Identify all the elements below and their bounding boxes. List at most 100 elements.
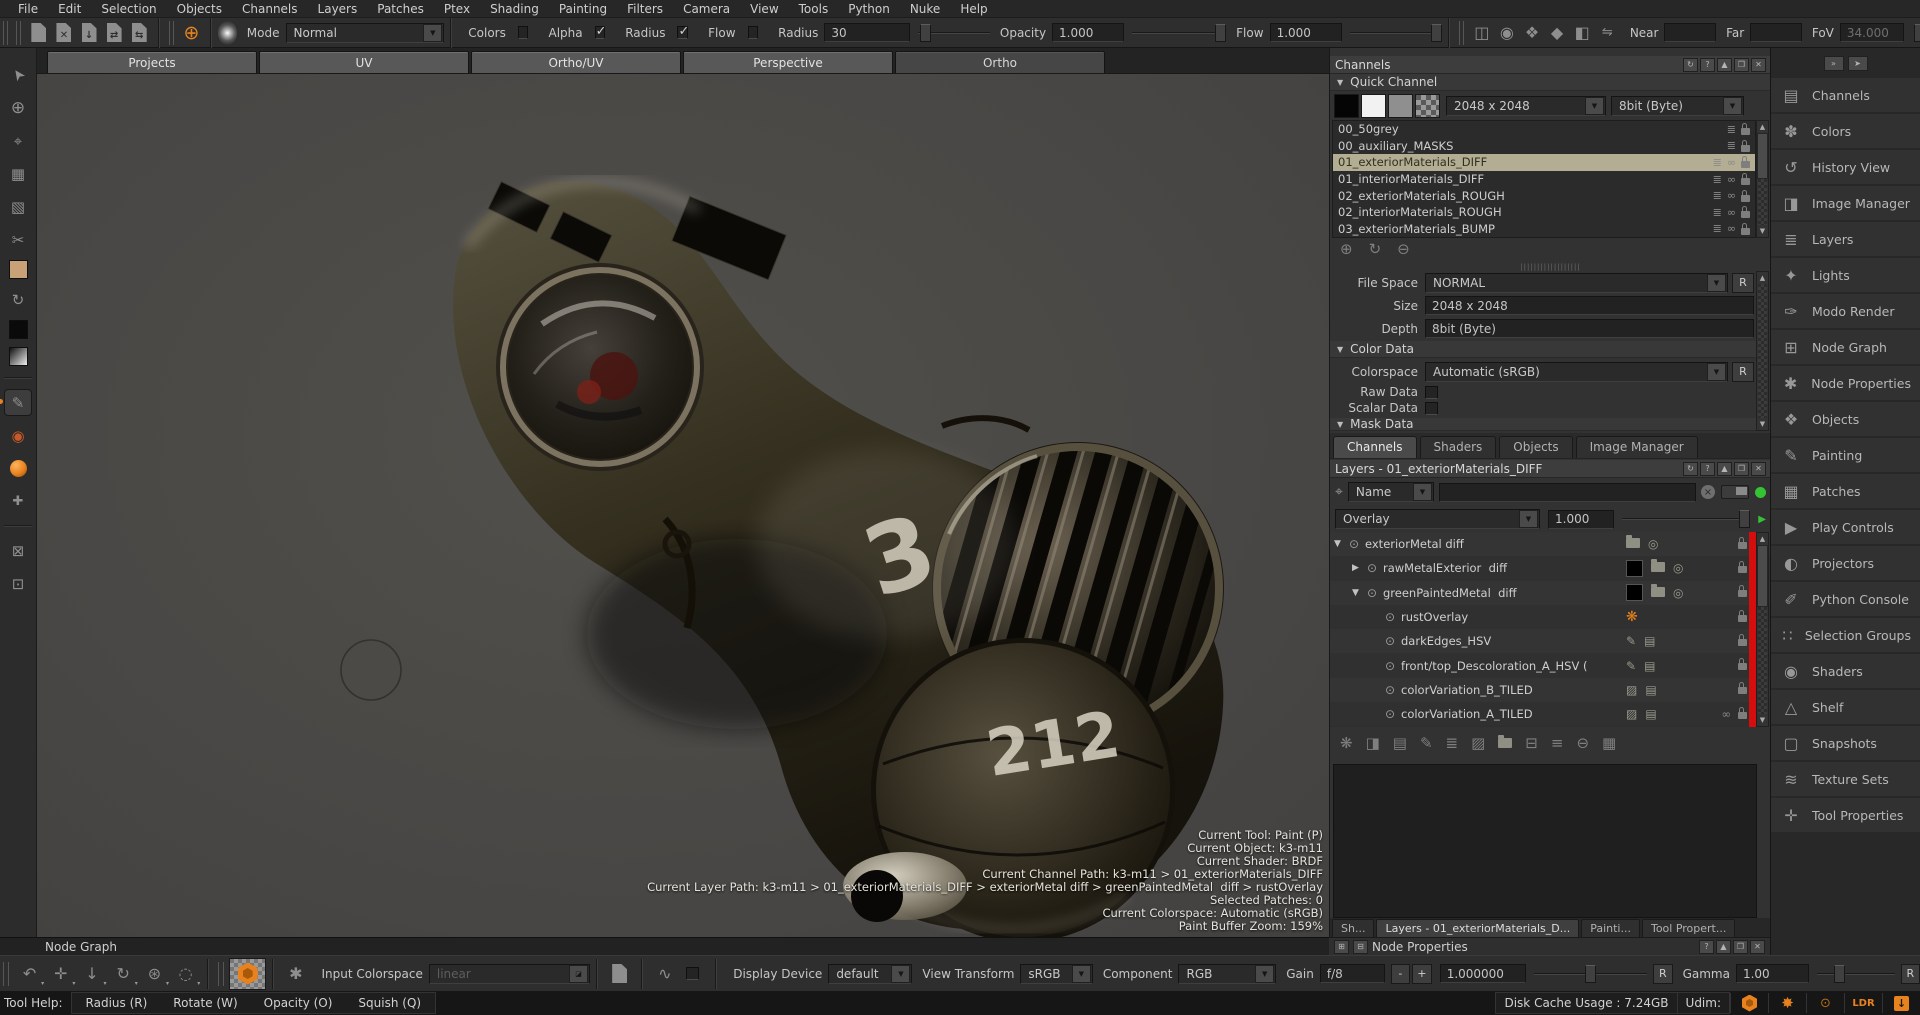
menu-item[interactable]: Edit bbox=[48, 1, 91, 17]
symmetry-plane-tool[interactable]: ⊡ bbox=[5, 571, 31, 596]
scalar-data-checkbox[interactable] bbox=[1425, 402, 1438, 415]
menu-item[interactable]: Layers bbox=[308, 1, 368, 17]
sync-channels-icon[interactable]: ↻ bbox=[1369, 240, 1382, 258]
undock-icon[interactable]: ⊟ bbox=[1353, 940, 1368, 954]
scroll-up-icon[interactable]: ▲ bbox=[1760, 533, 1765, 545]
channel-row[interactable]: 00_50grey ≣ ∞ bbox=[1333, 121, 1755, 138]
float-icon[interactable]: ❐ bbox=[1734, 462, 1749, 476]
lock-icon[interactable] bbox=[1741, 228, 1750, 235]
opacity-field[interactable]: 1.000 bbox=[1052, 23, 1124, 42]
quick-channel-depth-dropdown[interactable]: 8bit (Byte)▼ bbox=[1611, 96, 1744, 116]
palette-button[interactable]: ≣ Layers bbox=[1771, 222, 1920, 256]
visibility-eye-icon[interactable]: ⊙ bbox=[1381, 610, 1399, 624]
layer-row[interactable]: ▼ ⊙ exteriorMetal diff ❋ ✎ ▨ ▤ ◎ ∞ bbox=[1330, 532, 1771, 556]
export-queue-button[interactable]: ↓ bbox=[1882, 993, 1920, 1013]
close-icon[interactable]: ✕ bbox=[1750, 940, 1765, 954]
blend-amount-slider[interactable] bbox=[1622, 509, 1750, 529]
toolbar-grip[interactable] bbox=[3, 962, 9, 986]
view-tab[interactable]: UV bbox=[259, 51, 469, 73]
palette-button[interactable]: ✑ Modo Render bbox=[1771, 294, 1920, 328]
flow-field[interactable]: 1.000 bbox=[1270, 23, 1342, 42]
add-channel-icon[interactable]: ⊕ bbox=[1340, 240, 1353, 258]
layer-row[interactable]: ⊙ darkEdges_HSV ❋ ✎ ▨ ▤ ◎ ∞ bbox=[1330, 629, 1771, 653]
palette-button[interactable]: ▶ Play Controls bbox=[1771, 510, 1920, 544]
palette-button[interactable]: ✛ Tool Properties bbox=[1771, 798, 1920, 832]
gain-minus-button[interactable]: - bbox=[1391, 964, 1411, 984]
visibility-eye-icon[interactable]: ⊙ bbox=[1363, 586, 1381, 600]
scroll-down-icon[interactable]: ▼ bbox=[1760, 714, 1765, 726]
quick-swatch-white[interactable] bbox=[1361, 94, 1386, 118]
palette-button[interactable]: ✽ Colors bbox=[1771, 114, 1920, 148]
menu-item[interactable]: Patches bbox=[367, 1, 434, 17]
rotate-button[interactable]: ↻▾ bbox=[108, 961, 139, 987]
lock-icon[interactable] bbox=[1738, 712, 1747, 719]
grid-view-icon[interactable]: ▦ bbox=[1602, 734, 1616, 752]
view-tab[interactable]: Projects bbox=[47, 51, 257, 73]
lock-icon[interactable] bbox=[1741, 145, 1750, 152]
select-tool[interactable]: ➤ bbox=[5, 62, 31, 87]
toolbar-grip[interactable] bbox=[1459, 21, 1464, 45]
channel-row[interactable]: 02_interiorMaterials_ROUGH ≣ ∞ bbox=[1333, 204, 1755, 221]
slice-tool[interactable]: ✂ bbox=[5, 227, 31, 252]
layer-row[interactable]: ▶ ⊙ rawMetalExterior diff ❋ ✎ ▨ ▤ ◎ ∞ bbox=[1330, 556, 1771, 580]
remove-channel-icon[interactable]: ⊖ bbox=[1397, 240, 1410, 258]
filter-toggle[interactable] bbox=[1721, 485, 1749, 499]
view-tab[interactable]: Ortho bbox=[895, 51, 1105, 73]
palette-button[interactable]: △ Shelf bbox=[1771, 690, 1920, 724]
help-icon[interactable]: ? bbox=[1699, 940, 1714, 954]
colors-checkbox[interactable] bbox=[518, 26, 529, 39]
display-device-dropdown[interactable]: default▼ bbox=[828, 964, 912, 984]
fov-field[interactable]: 34.000 bbox=[1840, 23, 1904, 42]
gamma-field[interactable]: 1.00 bbox=[1736, 964, 1809, 983]
mask-data-header[interactable]: ▼ Mask Data bbox=[1330, 418, 1758, 431]
scroll-down-icon[interactable]: ▼ bbox=[1760, 225, 1765, 237]
palette-button[interactable]: ◐ Projectors bbox=[1771, 546, 1920, 580]
file-space-dropdown[interactable]: NORMAL▼ bbox=[1425, 273, 1728, 293]
gradient-swatch[interactable] bbox=[9, 347, 28, 366]
symmetry-x-tool[interactable]: ⊠ bbox=[5, 538, 31, 563]
layer-row[interactable]: ▼ ⊙ greenPaintedMetal diff ❋ ✎ ▨ ▤ ◎ ∞ bbox=[1330, 581, 1771, 605]
lock-icon[interactable] bbox=[1738, 639, 1747, 646]
shader-ball-tool[interactable] bbox=[5, 456, 31, 481]
flow-checkbox[interactable] bbox=[748, 26, 759, 39]
udim-hex-button[interactable] bbox=[1730, 993, 1768, 1013]
mirror-symmetry-icon[interactable]: ⇋ bbox=[1595, 20, 1620, 46]
collapse-icon[interactable]: ▲ bbox=[1716, 940, 1731, 954]
node-graph-bar[interactable]: Node Graph bbox=[0, 937, 1329, 955]
lock-icon[interactable] bbox=[1738, 687, 1747, 694]
palette-button[interactable]: ▢ Snapshots bbox=[1771, 726, 1920, 760]
gain-slider[interactable] bbox=[1534, 964, 1647, 984]
raw-data-checkbox[interactable] bbox=[1425, 386, 1438, 399]
gain-stop-field[interactable]: f/8 bbox=[1320, 964, 1385, 983]
quick-swatch-checker[interactable] bbox=[1415, 94, 1440, 118]
save-project-button[interactable]: ↓ bbox=[76, 20, 101, 46]
add-group-icon[interactable] bbox=[1498, 734, 1512, 752]
scroll-up-icon[interactable]: ▲ bbox=[1760, 121, 1765, 133]
gamma-reset-button[interactable]: R bbox=[1901, 964, 1920, 984]
palette-button[interactable]: ✎ Painting bbox=[1771, 438, 1920, 472]
channels-panel-titlebar[interactable]: Channels ↻ ? ▲ ❐ ✕ bbox=[1330, 56, 1771, 74]
eyedropper-tool[interactable]: ◉ bbox=[5, 423, 31, 448]
lock-icon[interactable] bbox=[1738, 663, 1747, 670]
ldr-indicator[interactable]: LDR bbox=[1844, 993, 1882, 1013]
panel-tab[interactable]: Shaders bbox=[1420, 436, 1497, 458]
palette-button[interactable]: ≋ Texture Sets bbox=[1771, 762, 1920, 796]
panel-tab[interactable]: Image Manager bbox=[1576, 436, 1698, 458]
menu-item[interactable]: View bbox=[740, 1, 788, 17]
import-button[interactable]: ⇄ bbox=[102, 20, 127, 46]
scroll-down-icon[interactable]: ▼ bbox=[1760, 418, 1765, 430]
menu-item[interactable]: Painting bbox=[549, 1, 617, 17]
dock-icon[interactable]: ⊞ bbox=[1334, 940, 1349, 954]
lock-icon[interactable] bbox=[1741, 161, 1750, 168]
add-tiled-layer-icon[interactable]: ▨ bbox=[1471, 734, 1485, 752]
channel-row[interactable]: 00_auxiliary_MASKS ≣ ∞ bbox=[1333, 138, 1755, 155]
visibility-icon[interactable]: ◉ bbox=[1494, 20, 1519, 46]
close-project-button[interactable]: ✕ bbox=[51, 20, 76, 46]
toolbar-grip[interactable] bbox=[16, 21, 21, 45]
expand-all-icon[interactable]: » bbox=[1824, 56, 1844, 71]
quick-channel-header[interactable]: ▼ Quick Channel bbox=[1330, 74, 1771, 91]
uv-grid-tool[interactable]: ▦ bbox=[5, 161, 31, 186]
palette-button[interactable]: ↺ History View bbox=[1771, 150, 1920, 184]
menu-item[interactable]: Filters bbox=[617, 1, 673, 17]
visibility-eye-icon[interactable]: ⊙ bbox=[1345, 537, 1363, 551]
